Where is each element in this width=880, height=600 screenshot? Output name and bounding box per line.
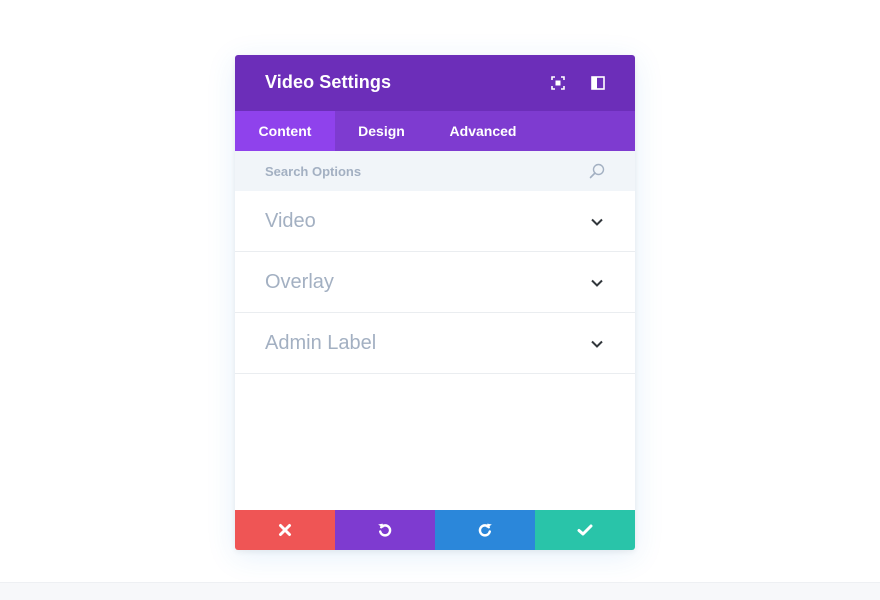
save-button[interactable] [535, 510, 635, 550]
search-bar [235, 151, 635, 191]
toggle-title: Video [265, 210, 316, 232]
undo-icon [378, 523, 392, 537]
chevron-down-icon [591, 340, 603, 348]
toggle-admin-label[interactable]: Admin Label [235, 313, 635, 374]
toggle-overlay[interactable]: Overlay [235, 252, 635, 313]
toggle-title: Admin Label [265, 332, 377, 354]
video-settings-modal: Video Settings Content Design Advanced V… [235, 55, 635, 550]
redo-icon [478, 523, 492, 537]
modal-header: Video Settings [235, 55, 635, 111]
page-footer-strip [0, 582, 880, 600]
tab-content[interactable]: Content [235, 111, 335, 151]
sidebar-icon[interactable] [589, 74, 607, 92]
tab-advanced[interactable]: Advanced [428, 111, 538, 151]
discard-button[interactable] [235, 510, 335, 550]
chevron-down-icon [591, 218, 603, 226]
tab-design[interactable]: Design [335, 111, 428, 151]
toggle-video[interactable]: Video [235, 191, 635, 252]
expand-icon[interactable] [549, 74, 567, 92]
close-icon [279, 524, 291, 536]
search-input[interactable] [265, 151, 585, 191]
modal-footer [235, 510, 635, 550]
modal-title: Video Settings [265, 72, 392, 92]
tab-bar: Content Design Advanced [235, 111, 635, 151]
check-icon [577, 524, 593, 536]
chevron-down-icon [591, 279, 603, 287]
search-icon[interactable] [589, 163, 605, 179]
undo-button[interactable] [335, 510, 435, 550]
redo-button[interactable] [435, 510, 535, 550]
toggle-title: Overlay [265, 271, 334, 293]
